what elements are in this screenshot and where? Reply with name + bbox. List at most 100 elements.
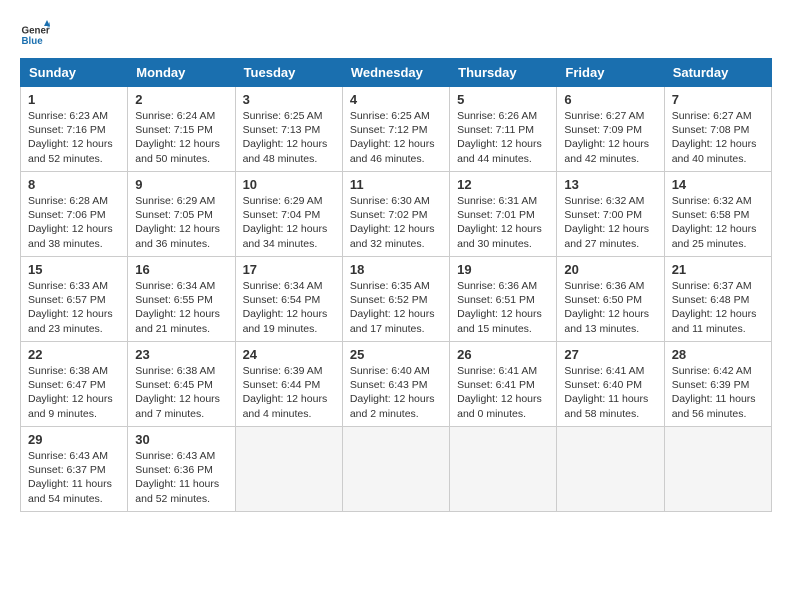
day-info: Sunrise: 6:25 AM Sunset: 7:12 PM Dayligh… — [350, 109, 442, 166]
day-number: 14 — [672, 177, 764, 192]
day-number: 21 — [672, 262, 764, 277]
day-cell — [664, 427, 771, 512]
col-header-saturday: Saturday — [664, 59, 771, 87]
logo: General Blue — [20, 20, 54, 50]
day-cell: 6 Sunrise: 6:27 AM Sunset: 7:09 PM Daylig… — [557, 87, 664, 172]
day-cell: 12 Sunrise: 6:31 AM Sunset: 7:01 PM Dayli… — [450, 172, 557, 257]
calendar-header-row: SundayMondayTuesdayWednesdayThursdayFrid… — [21, 59, 772, 87]
day-cell: 16 Sunrise: 6:34 AM Sunset: 6:55 PM Dayli… — [128, 257, 235, 342]
day-cell — [235, 427, 342, 512]
day-number: 6 — [564, 92, 656, 107]
day-info: Sunrise: 6:42 AM Sunset: 6:39 PM Dayligh… — [672, 364, 764, 421]
day-cell: 9 Sunrise: 6:29 AM Sunset: 7:05 PM Daylig… — [128, 172, 235, 257]
day-info: Sunrise: 6:32 AM Sunset: 6:58 PM Dayligh… — [672, 194, 764, 251]
day-info: Sunrise: 6:28 AM Sunset: 7:06 PM Dayligh… — [28, 194, 120, 251]
day-number: 3 — [243, 92, 335, 107]
day-info: Sunrise: 6:33 AM Sunset: 6:57 PM Dayligh… — [28, 279, 120, 336]
day-info: Sunrise: 6:36 AM Sunset: 6:51 PM Dayligh… — [457, 279, 549, 336]
week-row-4: 22 Sunrise: 6:38 AM Sunset: 6:47 PM Dayli… — [21, 342, 772, 427]
day-number: 16 — [135, 262, 227, 277]
day-cell: 5Sunrise: 6:26 AM Sunset: 7:11 PM Daylig… — [450, 87, 557, 172]
day-cell: 1 Sunrise: 6:23 AM Sunset: 7:16 PM Daylig… — [21, 87, 128, 172]
day-cell: 10Sunrise: 6:29 AM Sunset: 7:04 PM Dayli… — [235, 172, 342, 257]
day-info: Sunrise: 6:36 AM Sunset: 6:50 PM Dayligh… — [564, 279, 656, 336]
day-number: 26 — [457, 347, 549, 362]
col-header-monday: Monday — [128, 59, 235, 87]
day-info: Sunrise: 6:40 AM Sunset: 6:43 PM Dayligh… — [350, 364, 442, 421]
day-info: Sunrise: 6:25 AM Sunset: 7:13 PM Dayligh… — [243, 109, 335, 166]
day-cell — [450, 427, 557, 512]
day-number: 30 — [135, 432, 227, 447]
day-number: 29 — [28, 432, 120, 447]
day-cell — [342, 427, 449, 512]
day-cell — [557, 427, 664, 512]
day-number: 7 — [672, 92, 764, 107]
day-cell: 26 Sunrise: 6:41 AM Sunset: 6:41 PM Dayli… — [450, 342, 557, 427]
day-info: Sunrise: 6:35 AM Sunset: 6:52 PM Dayligh… — [350, 279, 442, 336]
week-row-3: 15 Sunrise: 6:33 AM Sunset: 6:57 PM Dayli… — [21, 257, 772, 342]
day-number: 27 — [564, 347, 656, 362]
day-number: 28 — [672, 347, 764, 362]
day-number: 1 — [28, 92, 120, 107]
day-info: Sunrise: 6:27 AM Sunset: 7:09 PM Dayligh… — [564, 109, 656, 166]
day-info: Sunrise: 6:41 AM Sunset: 6:40 PM Dayligh… — [564, 364, 656, 421]
day-cell: 8Sunrise: 6:28 AM Sunset: 7:06 PM Daylig… — [21, 172, 128, 257]
day-cell: 17Sunrise: 6:34 AM Sunset: 6:54 PM Dayli… — [235, 257, 342, 342]
day-number: 11 — [350, 177, 442, 192]
day-number: 24 — [243, 347, 335, 362]
week-row-1: 1 Sunrise: 6:23 AM Sunset: 7:16 PM Daylig… — [21, 87, 772, 172]
day-number: 20 — [564, 262, 656, 277]
day-info: Sunrise: 6:38 AM Sunset: 6:47 PM Dayligh… — [28, 364, 120, 421]
day-number: 13 — [564, 177, 656, 192]
day-info: Sunrise: 6:24 AM Sunset: 7:15 PM Dayligh… — [135, 109, 227, 166]
week-row-5: 29 Sunrise: 6:43 AM Sunset: 6:37 PM Dayli… — [21, 427, 772, 512]
day-number: 19 — [457, 262, 549, 277]
day-info: Sunrise: 6:31 AM Sunset: 7:01 PM Dayligh… — [457, 194, 549, 251]
day-info: Sunrise: 6:41 AM Sunset: 6:41 PM Dayligh… — [457, 364, 549, 421]
day-info: Sunrise: 6:30 AM Sunset: 7:02 PM Dayligh… — [350, 194, 442, 251]
day-cell: 15 Sunrise: 6:33 AM Sunset: 6:57 PM Dayli… — [21, 257, 128, 342]
day-number: 12 — [457, 177, 549, 192]
day-info: Sunrise: 6:23 AM Sunset: 7:16 PM Dayligh… — [28, 109, 120, 166]
day-cell: 4 Sunrise: 6:25 AM Sunset: 7:12 PM Daylig… — [342, 87, 449, 172]
day-cell: 19 Sunrise: 6:36 AM Sunset: 6:51 PM Dayli… — [450, 257, 557, 342]
day-cell: 11 Sunrise: 6:30 AM Sunset: 7:02 PM Dayli… — [342, 172, 449, 257]
day-number: 9 — [135, 177, 227, 192]
day-info: Sunrise: 6:39 AM Sunset: 6:44 PM Dayligh… — [243, 364, 335, 421]
day-cell: 2 Sunrise: 6:24 AM Sunset: 7:15 PM Daylig… — [128, 87, 235, 172]
day-cell: 28 Sunrise: 6:42 AM Sunset: 6:39 PM Dayli… — [664, 342, 771, 427]
day-info: Sunrise: 6:43 AM Sunset: 6:36 PM Dayligh… — [135, 449, 227, 506]
day-cell: 24 Sunrise: 6:39 AM Sunset: 6:44 PM Dayli… — [235, 342, 342, 427]
day-number: 18 — [350, 262, 442, 277]
col-header-wednesday: Wednesday — [342, 59, 449, 87]
day-cell: 18 Sunrise: 6:35 AM Sunset: 6:52 PM Dayli… — [342, 257, 449, 342]
day-cell: 13 Sunrise: 6:32 AM Sunset: 7:00 PM Dayli… — [557, 172, 664, 257]
day-info: Sunrise: 6:43 AM Sunset: 6:37 PM Dayligh… — [28, 449, 120, 506]
day-cell: 30 Sunrise: 6:43 AM Sunset: 6:36 PM Dayli… — [128, 427, 235, 512]
col-header-tuesday: Tuesday — [235, 59, 342, 87]
col-header-friday: Friday — [557, 59, 664, 87]
day-number: 15 — [28, 262, 120, 277]
day-info: Sunrise: 6:34 AM Sunset: 6:55 PM Dayligh… — [135, 279, 227, 336]
day-number: 22 — [28, 347, 120, 362]
day-info: Sunrise: 6:27 AM Sunset: 7:08 PM Dayligh… — [672, 109, 764, 166]
day-cell: 22 Sunrise: 6:38 AM Sunset: 6:47 PM Dayli… — [21, 342, 128, 427]
day-cell: 14 Sunrise: 6:32 AM Sunset: 6:58 PM Dayli… — [664, 172, 771, 257]
day-number: 10 — [243, 177, 335, 192]
day-number: 25 — [350, 347, 442, 362]
day-number: 2 — [135, 92, 227, 107]
day-cell: 25 Sunrise: 6:40 AM Sunset: 6:43 PM Dayli… — [342, 342, 449, 427]
day-info: Sunrise: 6:38 AM Sunset: 6:45 PM Dayligh… — [135, 364, 227, 421]
day-cell: 29 Sunrise: 6:43 AM Sunset: 6:37 PM Dayli… — [21, 427, 128, 512]
calendar-header: General Blue — [20, 20, 772, 50]
calendar-table: SundayMondayTuesdayWednesdayThursdayFrid… — [20, 58, 772, 512]
day-info: Sunrise: 6:34 AM Sunset: 6:54 PM Dayligh… — [243, 279, 335, 336]
logo-icon: General Blue — [20, 20, 50, 50]
day-info: Sunrise: 6:26 AM Sunset: 7:11 PM Dayligh… — [457, 109, 549, 166]
day-number: 4 — [350, 92, 442, 107]
day-cell: 7 Sunrise: 6:27 AM Sunset: 7:08 PM Daylig… — [664, 87, 771, 172]
day-cell: 23Sunrise: 6:38 AM Sunset: 6:45 PM Dayli… — [128, 342, 235, 427]
day-info: Sunrise: 6:32 AM Sunset: 7:00 PM Dayligh… — [564, 194, 656, 251]
day-cell: 27 Sunrise: 6:41 AM Sunset: 6:40 PM Dayli… — [557, 342, 664, 427]
day-info: Sunrise: 6:29 AM Sunset: 7:05 PM Dayligh… — [135, 194, 227, 251]
